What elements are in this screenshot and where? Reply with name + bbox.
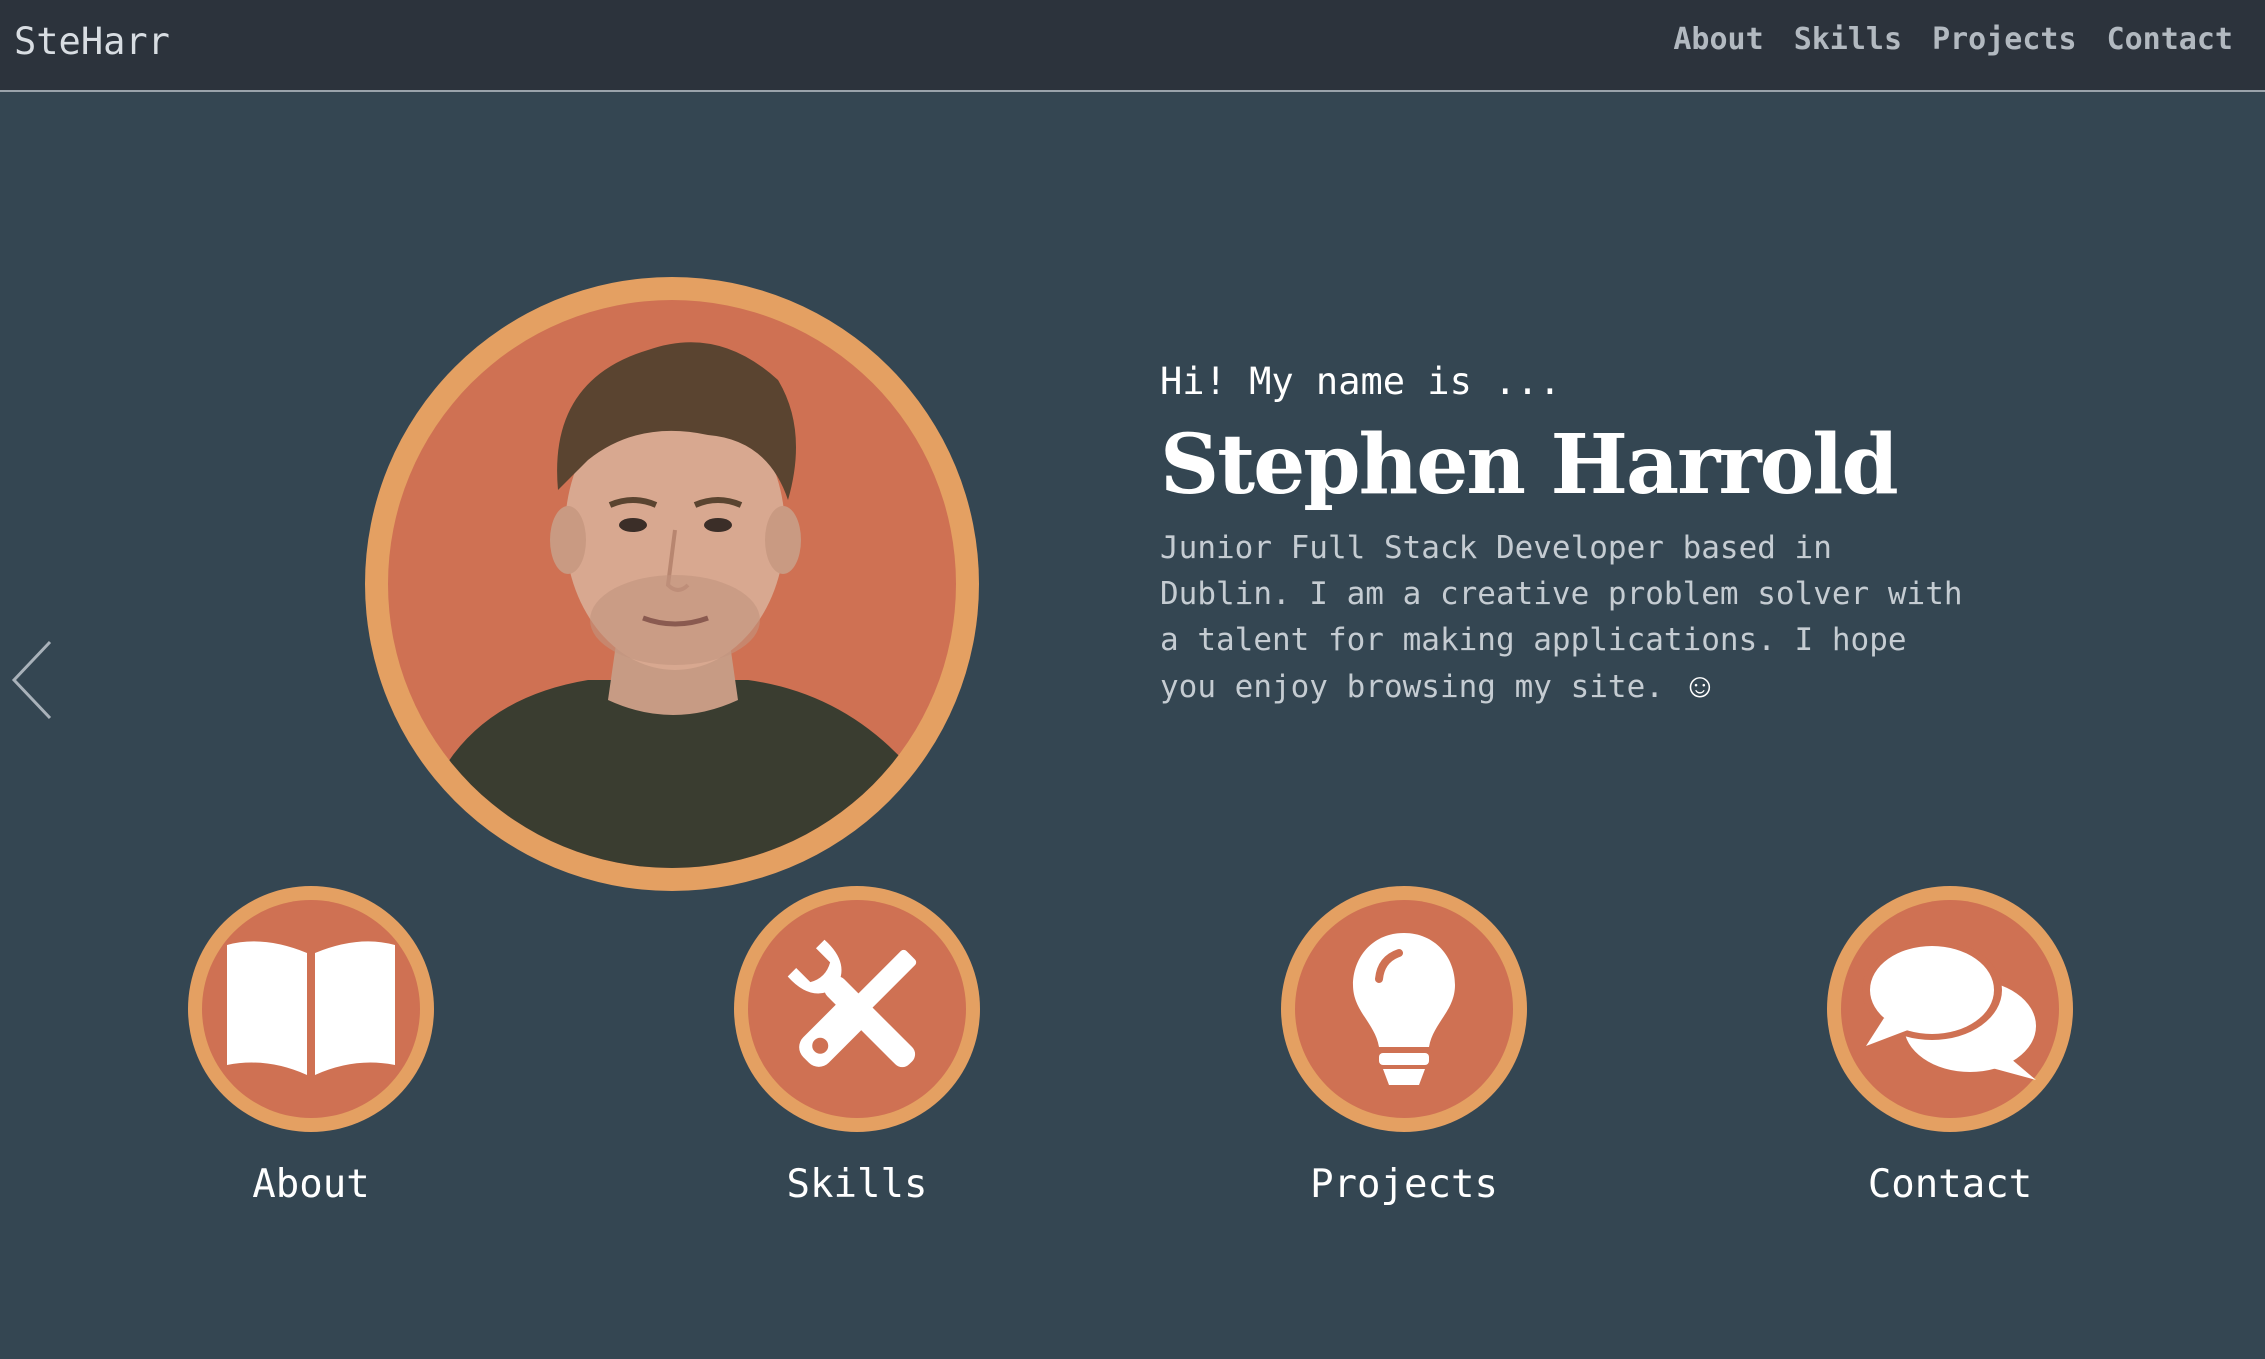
nav-links: About Skills Projects Contact — [1673, 22, 2233, 57]
page-title: Stephen Harrold — [1160, 417, 1899, 513]
nav-link-projects[interactable]: Projects — [1932, 22, 2077, 57]
feature-circle[interactable] — [1827, 886, 2073, 1132]
nav-link-about[interactable]: About — [1673, 22, 1763, 57]
book-icon — [227, 941, 395, 1075]
feature-skills[interactable]: Skills — [734, 886, 980, 1207]
feature-label-contact: Contact — [1867, 1162, 2033, 1207]
feature-label-about: About — [252, 1162, 370, 1207]
navbar: SteHarr About Skills Projects Contact — [0, 0, 2265, 92]
feature-circle-inner — [1295, 900, 1513, 1118]
intro-section: Hi! My name is ... Stephen Harrold Junio… — [1160, 360, 2020, 710]
feature-circle-inner — [202, 900, 420, 1118]
profile-photo-inner — [388, 300, 956, 868]
feature-circle[interactable] — [1281, 886, 1527, 1132]
feature-circle[interactable] — [734, 886, 980, 1132]
feature-label-skills: Skills — [786, 1162, 928, 1207]
chat-bubbles-icon — [1862, 940, 2036, 1080]
feature-contact[interactable]: Contact — [1827, 886, 2073, 1207]
carousel-prev-button[interactable] — [10, 640, 70, 720]
feature-label-projects: Projects — [1310, 1162, 1498, 1207]
feature-circle-inner — [748, 900, 966, 1118]
chevron-left-icon — [11, 640, 52, 720]
person-illustration — [388, 342, 956, 868]
feature-circle[interactable] — [188, 886, 434, 1132]
smiley-icon: ☺ — [1682, 666, 1718, 706]
bio-text: Junior Full Stack Developer based in Dub… — [1160, 525, 1980, 710]
bio-body: Junior Full Stack Developer based in Dub… — [1160, 530, 1963, 705]
nav-link-contact[interactable]: Contact — [2107, 22, 2233, 57]
tools-icon — [787, 939, 917, 1068]
lightbulb-icon — [1353, 933, 1455, 1085]
brand-logo[interactable]: SteHarr — [14, 20, 170, 63]
feature-circle-inner — [1841, 900, 2059, 1118]
feature-projects[interactable]: Projects — [1281, 886, 1527, 1207]
greeting-text: Hi! My name is ... — [1160, 360, 1561, 403]
nav-link-skills[interactable]: Skills — [1794, 22, 1902, 57]
feature-about[interactable]: About — [188, 886, 434, 1207]
profile-photo — [365, 277, 979, 891]
